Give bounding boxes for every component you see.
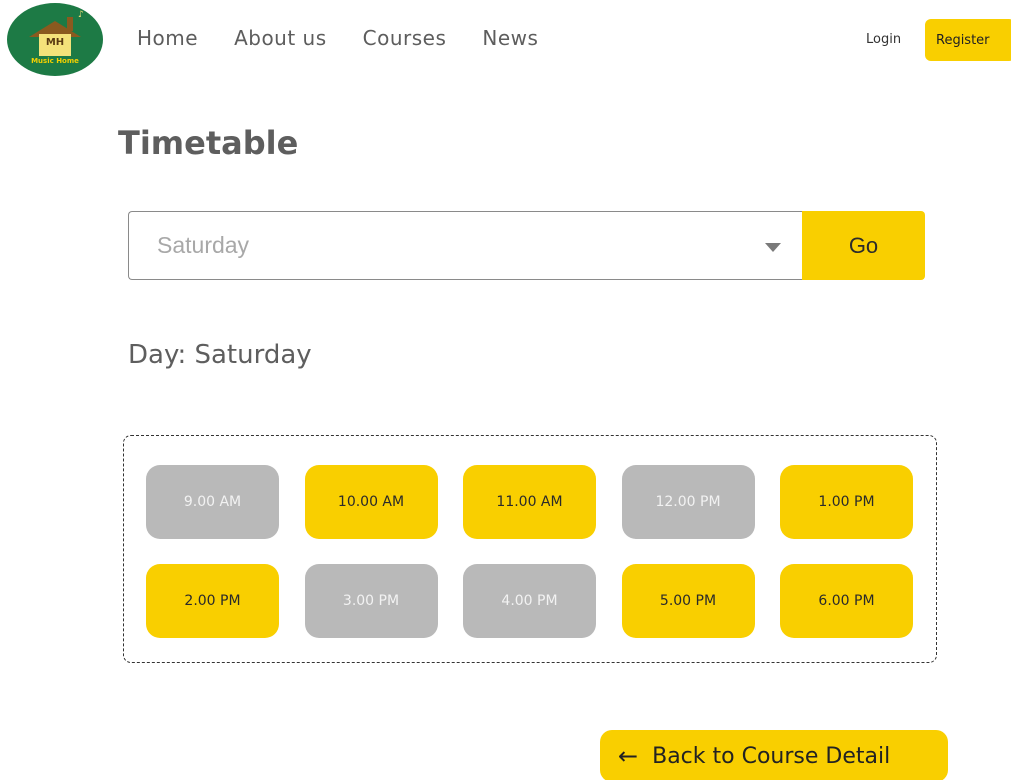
page-title: Timetable <box>118 124 299 162</box>
time-slot[interactable]: 5.00 PM <box>621 564 755 638</box>
nav-item-courses[interactable]: Courses <box>363 26 447 50</box>
chevron-down-icon <box>765 243 781 252</box>
time-slot: 9.00 AM <box>146 465 279 539</box>
svg-text:♪: ♪ <box>78 10 84 20</box>
day-select-value: Saturday <box>157 232 250 258</box>
nav-item-news[interactable]: News <box>482 26 538 50</box>
main-nav: Home About us Courses News <box>137 26 538 50</box>
time-slot-grid: 9.00 AM 10.00 AM 11.00 AM 12.00 PM 1.00 PM 2.… <box>123 435 937 663</box>
arrow-left-icon: ← <box>618 742 639 770</box>
logo[interactable]: ♪ MH Music Home <box>7 3 103 76</box>
logo-text: MH <box>45 37 65 48</box>
time-slot[interactable]: 11.00 AM <box>463 465 596 539</box>
day-select[interactable]: Saturday <box>128 211 804 280</box>
time-slot: 12.00 PM <box>621 465 755 539</box>
time-slot: 3.00 PM <box>304 564 438 638</box>
go-button[interactable]: Go <box>802 211 925 280</box>
time-slot[interactable]: 1.00 PM <box>780 465 913 539</box>
time-slot[interactable]: 2.00 PM <box>146 564 279 638</box>
page: ♪ MH Music Home Home About us Courses Ne… <box>0 0 1011 780</box>
back-button-label: Back to Course Detail <box>652 743 891 769</box>
time-slot[interactable]: 10.00 AM <box>304 465 438 539</box>
register-button[interactable]: Register <box>925 19 1011 61</box>
back-to-course-detail-button[interactable]: ← Back to Course Detail <box>600 730 948 780</box>
nav-item-about-us[interactable]: About us <box>234 26 327 50</box>
time-slot: 4.00 PM <box>463 564 596 638</box>
day-label: Day: Saturday <box>128 340 312 370</box>
time-slot[interactable]: 6.00 PM <box>780 564 913 638</box>
logo-caption: Music Home <box>31 57 79 65</box>
login-link[interactable]: Login <box>866 32 901 47</box>
nav-item-home[interactable]: Home <box>137 26 198 50</box>
